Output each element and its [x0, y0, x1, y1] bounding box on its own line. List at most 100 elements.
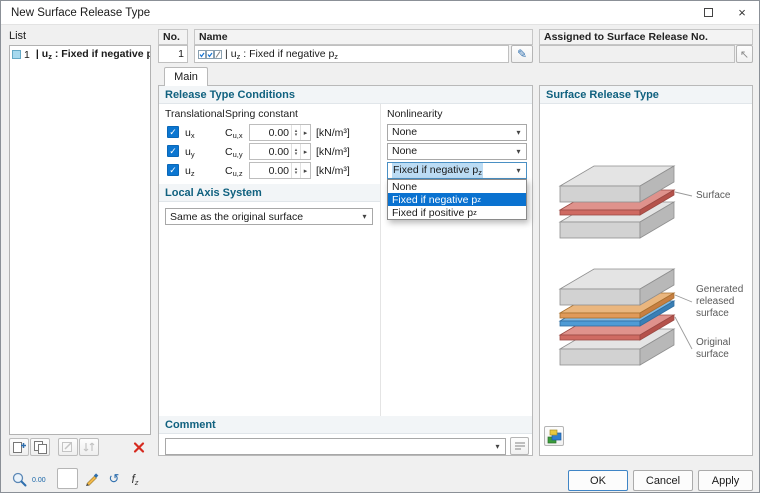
dof-sub: y [190, 150, 195, 159]
c-sub: u,y [232, 150, 243, 159]
text-sub: z [334, 51, 339, 61]
unit-ux: [kN/m³] [316, 127, 350, 139]
zoom-button[interactable] [9, 469, 29, 489]
ux-label: ux [185, 127, 195, 140]
sort-icon [83, 442, 94, 452]
dof-sub: z [190, 169, 195, 178]
copy-release-type-button[interactable] [30, 438, 50, 456]
display-settings-button[interactable] [82, 469, 102, 489]
tab-main[interactable]: Main [164, 67, 208, 86]
colors-icon [547, 429, 561, 443]
c: C [225, 146, 233, 158]
undo-button[interactable]: ↺ [104, 469, 124, 489]
nl: None [392, 145, 418, 158]
selected-value: None [388, 126, 511, 139]
dropdown-option-fixed-positive[interactable]: Fixed if positive pz [388, 206, 526, 219]
list-label: List [9, 30, 27, 42]
delete-release-type-button[interactable] [129, 438, 149, 456]
unit-menu-arrow-icon[interactable]: ▸ [300, 163, 310, 178]
surface-diagram [558, 165, 693, 239]
unit-menu-arrow-icon[interactable]: ▸ [300, 144, 310, 159]
uz-label: uz [185, 165, 195, 178]
chevron-down-icon: ▾ [495, 442, 500, 451]
pick-surfaces-button[interactable]: ↖ [736, 45, 753, 63]
new-release-type-button[interactable] [9, 438, 29, 456]
dropdown-option-none[interactable]: None [388, 180, 526, 193]
generated-released-surface-label: Generated released surface [696, 284, 744, 319]
ok-button[interactable]: OK [568, 470, 628, 491]
pipe: | [35, 48, 39, 61]
ux-checkbox[interactable]: ✓ [167, 126, 179, 138]
uy-checkbox[interactable]: ✓ [167, 145, 179, 157]
row-marker [12, 50, 21, 59]
maximize-icon [703, 8, 713, 17]
spinner[interactable]: ▴ ▾ [291, 163, 300, 178]
spring-constant-input-uz[interactable]: 0.00 ▴ ▾ ▸ [249, 162, 311, 179]
apply-button[interactable]: Apply [698, 470, 753, 491]
cancel-button[interactable]: Cancel [633, 470, 693, 491]
svg-text:0.00: 0.00 [32, 477, 46, 484]
spinner[interactable]: ▴ ▾ [291, 125, 300, 140]
decimals-icon: 0.00 [32, 477, 46, 484]
dropdown-option-fixed-negative[interactable]: Fixed if negative pz [388, 193, 526, 206]
value: 0.00 [268, 165, 289, 177]
window-controls: × [691, 1, 759, 24]
edit-button[interactable] [58, 438, 78, 456]
maximize-button[interactable] [691, 1, 725, 24]
check-icon: ✓ [169, 164, 177, 175]
spinner[interactable]: ▴ ▾ [291, 144, 300, 159]
col-translational: Translational [165, 108, 225, 120]
list-item[interactable]: 1 |uz : Fixed if negative pz [10, 46, 150, 63]
pipe: | [225, 47, 228, 60]
edit-name-button[interactable]: ✎ [511, 45, 533, 63]
sort-button[interactable] [79, 438, 99, 456]
released-surface-diagram [558, 268, 693, 366]
spring-constant-input-uy[interactable]: 0.00 ▴ ▾ ▸ [249, 143, 311, 160]
background-toggle-button[interactable] [57, 468, 78, 489]
cuy-label: Cu,y [225, 146, 243, 159]
nonlinearity-select-uy[interactable]: None ▾ [387, 143, 527, 160]
decimal-places-button[interactable]: 0.00 [31, 469, 51, 489]
no-field: 1 [158, 45, 188, 63]
name-field[interactable]: | uz : Fixed if negative pz [194, 45, 509, 63]
local-axis-select[interactable]: Same as the original surface ▾ [165, 208, 373, 225]
pencil-icon: ✎ [516, 47, 528, 61]
comment-input[interactable]: ▾ [165, 438, 506, 455]
c-sub: u,x [232, 131, 243, 140]
function-icon: fz [131, 472, 138, 487]
nl-sub: z [478, 168, 482, 178]
nonlinearity-select-uz[interactable]: Fixed if negative pz ▾ [387, 162, 527, 179]
value: 0.00 [268, 146, 289, 158]
check-icon: ✓ [169, 126, 177, 137]
unit-uy: [kN/m³] [316, 146, 350, 158]
close-button[interactable]: × [725, 1, 759, 24]
option-text: Fixed if positive p [392, 206, 474, 219]
title-bar[interactable]: New Surface Release Type × [1, 1, 759, 25]
comment-options-button[interactable] [510, 437, 529, 455]
release-type-list[interactable]: 1 |uz : Fixed if negative pz [9, 45, 151, 435]
unit-menu-arrow-icon[interactable]: ▸ [300, 125, 310, 140]
copy-icon [33, 441, 47, 454]
assigned-field [539, 45, 735, 63]
nonlinearity-select-ux[interactable]: None ▾ [387, 124, 527, 141]
release-conditions-icon [198, 49, 222, 59]
new-surface-release-type-dialog: New Surface Release Type × List 1 | uz : … [0, 0, 760, 493]
surface-label: Surface [696, 190, 731, 201]
spring-constant-input-ux[interactable]: 0.00 ▴ ▾ ▸ [249, 124, 311, 141]
display-colors-button[interactable] [544, 426, 564, 446]
list-item-number: 1 [24, 48, 30, 61]
delete-icon [133, 441, 145, 453]
uz-checkbox[interactable]: ✓ [167, 164, 179, 176]
dof-sub: x [190, 131, 195, 140]
text: : Fixed if negative p [240, 47, 335, 60]
undo-icon: ↺ [108, 471, 120, 486]
function-edit-button[interactable]: fz [125, 469, 145, 489]
cuz-label: Cu,z [225, 165, 243, 178]
value: 0.00 [268, 127, 289, 139]
name-header: Name [194, 29, 533, 45]
release-type-conditions-header: Release Type Conditions [159, 86, 532, 104]
local-axis-system-header: Local Axis System [159, 184, 380, 202]
chevron-down-icon: ▾ [516, 128, 521, 137]
surface-release-illustration [558, 165, 693, 366]
brush-icon [86, 473, 99, 486]
